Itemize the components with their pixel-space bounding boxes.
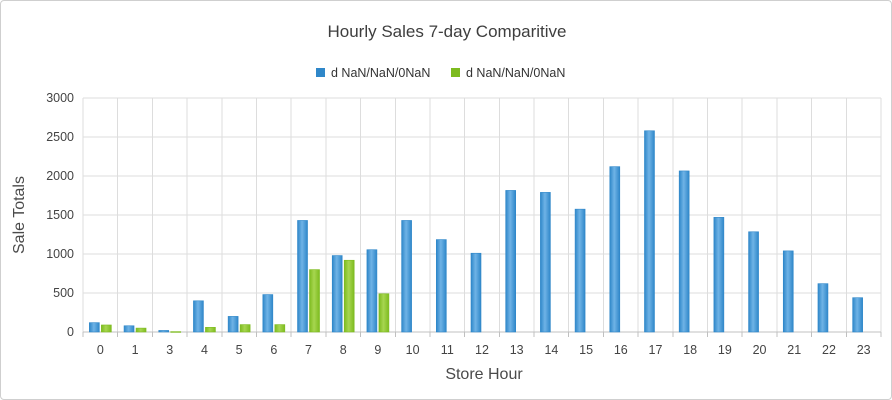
bar-series2-hour-9[interactable] [378, 293, 390, 333]
bar-series1-hour-0[interactable] [89, 322, 100, 333]
x-tick-label: 21 [787, 343, 801, 357]
x-axis-ticks: 0 1 3 4 5 6 7 8 9 10 11 12 13 14 15 16 17 18 19 20 21 22 23 [82, 332, 882, 357]
bar-series1-hour-20[interactable] [748, 231, 759, 333]
x-tick-label: 4 [201, 343, 208, 357]
y-axis-ticks: 0 500 1000 1500 2000 2500 3000 [46, 91, 74, 339]
bar-series1-hour-18[interactable] [678, 170, 690, 333]
x-tick-label: 13 [510, 343, 524, 357]
bar-series1-hour-10[interactable] [401, 220, 412, 333]
bar-series2-hour-1[interactable] [135, 327, 147, 333]
x-tick-label: 14 [544, 343, 558, 357]
x-tick-label: 6 [270, 343, 277, 357]
x-tick-label: 1 [132, 343, 139, 357]
bar-series1-hour-17[interactable] [644, 130, 655, 333]
x-tick-label: 8 [340, 343, 347, 357]
legend-swatch-2[interactable] [451, 68, 460, 77]
bar-series1-hour-5[interactable] [227, 316, 239, 333]
legend-swatch-1[interactable] [316, 68, 325, 77]
chart-legend: d NaN/NaN/0NaN d NaN/NaN/0NaN [316, 66, 565, 80]
x-tick-label: 3 [166, 343, 173, 357]
chart-title: Hourly Sales 7-day Comparitive [327, 22, 566, 41]
chart-grid [82, 97, 882, 333]
x-tick-label: 18 [683, 343, 697, 357]
bar-series2-hour-0[interactable] [101, 324, 112, 333]
hourly-sales-chart: Hourly Sales 7-day Comparitive d NaN/NaN… [11, 22, 882, 383]
y-axis-title: Sale Totals [11, 176, 28, 254]
y-tick-label: 1500 [46, 208, 74, 222]
y-tick-label: 3000 [46, 91, 74, 105]
x-tick-label: 0 [97, 343, 104, 357]
bar-series1-hour-3[interactable] [158, 330, 170, 333]
legend-label-1[interactable]: d NaN/NaN/0NaN [331, 66, 430, 80]
x-tick-label: 20 [753, 343, 767, 357]
bar-series1-hour-16[interactable] [609, 166, 621, 333]
bar-series1-hour-21[interactable] [782, 250, 794, 333]
legend-label-2[interactable]: d NaN/NaN/0NaN [466, 66, 565, 80]
bar-series1-hour-1[interactable] [123, 325, 135, 333]
bar-series1-hour-13[interactable] [505, 190, 516, 333]
bar-series1-hour-14[interactable] [540, 192, 551, 333]
bar-series2-hour-7[interactable] [309, 269, 320, 333]
x-tick-label: 12 [475, 343, 489, 357]
x-tick-label: 5 [236, 343, 243, 357]
bar-series1-hour-15[interactable] [574, 208, 586, 333]
y-tick-label: 0 [67, 325, 74, 339]
x-tick-label: 11 [441, 343, 454, 357]
bar-series1-hour-6[interactable] [262, 294, 274, 333]
bar-series2-hour-8[interactable] [343, 259, 355, 333]
x-tick-label: 9 [374, 343, 381, 357]
bar-series1-hour-23[interactable] [852, 297, 863, 333]
x-tick-label: 10 [406, 343, 420, 357]
bar-series2-hour-4[interactable] [205, 327, 216, 333]
y-tick-label: 2000 [46, 169, 74, 183]
bar-series2-hour-6[interactable] [274, 324, 286, 333]
chart-bars [89, 130, 863, 333]
y-tick-label: 1000 [46, 247, 74, 261]
bar-series1-hour-8[interactable] [331, 255, 343, 333]
x-tick-label: 17 [649, 343, 663, 357]
x-tick-label: 19 [718, 343, 732, 357]
bar-series1-hour-19[interactable] [713, 217, 725, 333]
bar-series1-hour-4[interactable] [193, 300, 204, 333]
x-tick-label: 23 [857, 343, 871, 357]
chart-panel: Hourly Sales 7-day Comparitive d NaN/NaN… [0, 0, 892, 400]
x-tick-label: 15 [579, 343, 593, 357]
bar-series2-hour-5[interactable] [239, 324, 251, 333]
x-tick-label: 7 [305, 343, 312, 357]
x-axis-title: Store Hour [445, 366, 523, 383]
bar-series1-hour-22[interactable] [817, 283, 829, 333]
x-tick-label: 16 [614, 343, 628, 357]
bar-series1-hour-7[interactable] [297, 220, 308, 333]
bar-series2-hour-3[interactable] [170, 331, 182, 333]
bar-series1-hour-9[interactable] [366, 249, 378, 333]
bar-series1-hour-12[interactable] [470, 252, 482, 333]
x-tick-label: 22 [822, 343, 836, 357]
y-tick-label: 500 [53, 286, 74, 300]
y-tick-label: 2500 [46, 130, 74, 144]
bar-series1-hour-11[interactable] [436, 239, 447, 333]
